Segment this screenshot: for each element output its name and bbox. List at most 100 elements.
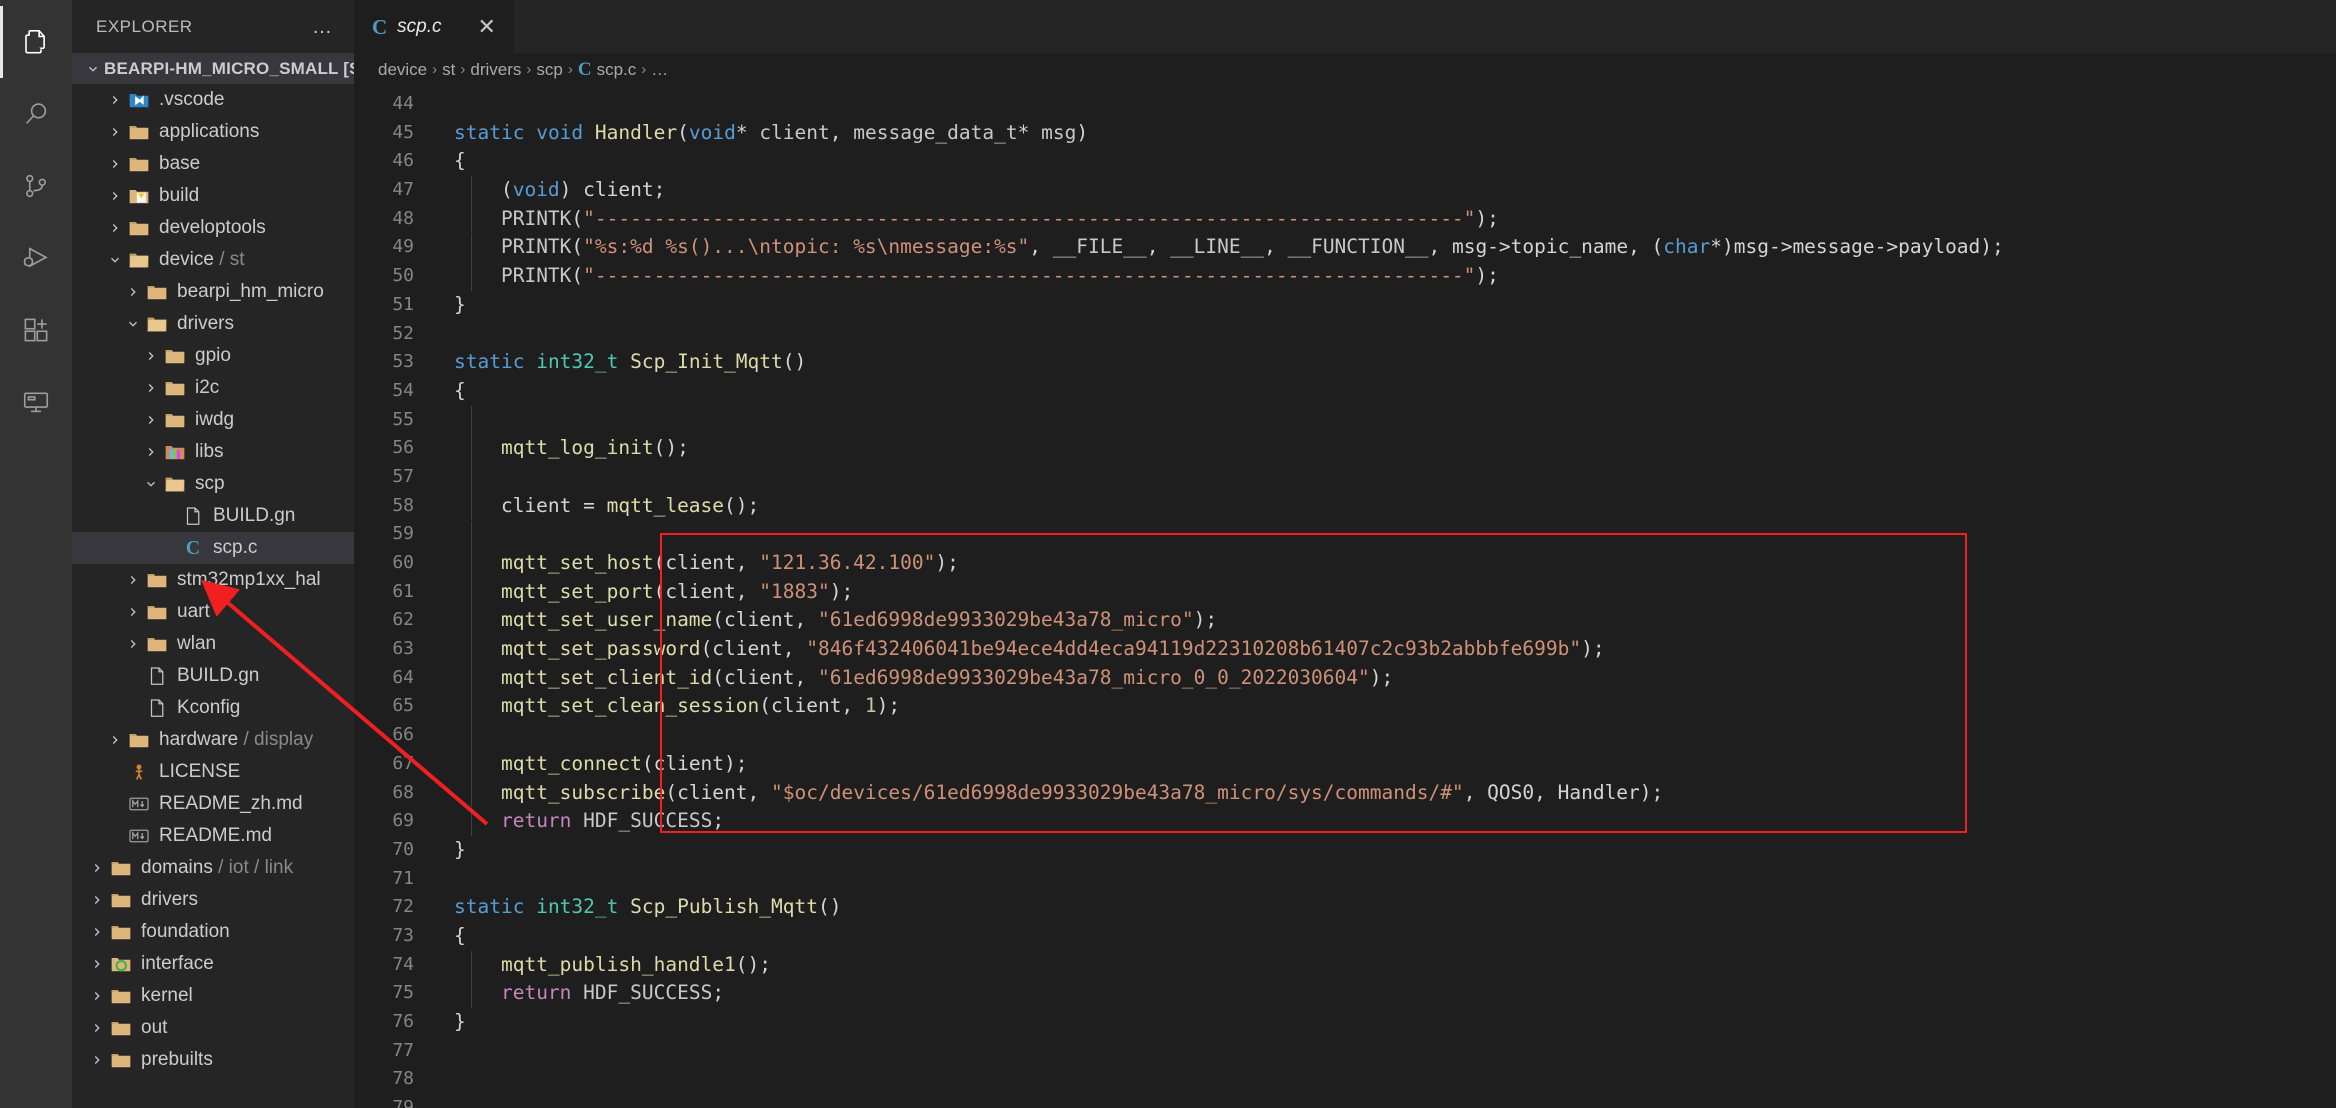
code-line[interactable] [426,520,2336,549]
tree-item-iwdg[interactable]: iwdg [72,404,354,436]
code-line[interactable]: mqtt_set_clean_session(client, 1); [426,692,2336,721]
tree-item-kernel[interactable]: kernel [72,980,354,1012]
tree-item-domains[interactable]: domains / iot / link [72,852,354,884]
code-line[interactable] [426,865,2336,894]
breadcrumb-item[interactable]: scp.c [597,60,637,80]
code-line[interactable]: return HDF_SUCCESS; [426,807,2336,836]
tree-item--vscode[interactable]: .vscode [72,84,354,116]
code-line[interactable]: static int32_t Scp_Publish_Mqtt() [426,893,2336,922]
code-line[interactable]: return HDF_SUCCESS; [426,979,2336,1008]
chevron-right-icon[interactable] [104,125,126,139]
code-line[interactable]: mqtt_connect(client); [426,750,2336,779]
tree-item-stm32mp1xx-hal[interactable]: stm32mp1xx_hal [72,564,354,596]
tree-item-readme-md[interactable]: README.md [72,820,354,852]
code-line[interactable]: mqtt_set_client_id(client, "61ed6998de99… [426,664,2336,693]
breadcrumb-item[interactable]: scp [536,60,562,80]
tree-item-prebuilts[interactable]: prebuilts [72,1044,354,1076]
more-actions-icon[interactable]: … [312,17,334,37]
tree-item-drivers[interactable]: drivers [72,308,354,340]
tree-item-scp-c[interactable]: Cscp.c [72,532,354,564]
chevron-right-icon[interactable] [122,573,144,587]
chevron-right-icon[interactable] [104,93,126,107]
code-line[interactable] [426,320,2336,349]
code-line[interactable]: mqtt_set_password(client, "846f432406041… [426,635,2336,664]
tree-item-hardware[interactable]: hardware / display [72,724,354,756]
code-line[interactable]: } [426,291,2336,320]
chevron-right-icon[interactable] [140,445,162,459]
code-line[interactable]: { [426,377,2336,406]
code-line[interactable]: } [426,836,2336,865]
code-line[interactable]: mqtt_log_init(); [426,434,2336,463]
code-line[interactable] [426,721,2336,750]
activity-item-extensions[interactable] [0,294,72,366]
breadcrumb-item[interactable]: device [378,60,427,80]
tree-item-build-gn[interactable]: BUILD.gn [72,660,354,692]
chevron-right-icon[interactable] [86,1021,108,1035]
chevron-right-icon[interactable] [140,413,162,427]
tree-item-license[interactable]: LICENSE [72,756,354,788]
chevron-down-icon[interactable] [140,477,162,491]
activity-item-source-control[interactable] [0,150,72,222]
activity-item-explorer[interactable] [0,6,72,78]
code-content[interactable]: static void Handler(void* client, messag… [426,86,2336,1108]
activity-item-search[interactable] [0,78,72,150]
code-line[interactable] [426,1037,2336,1066]
activity-item-run-and-debug[interactable] [0,222,72,294]
code-line[interactable]: (void) client; [426,176,2336,205]
code-line[interactable]: mqtt_publish_handle1(); [426,951,2336,980]
tree-item-uart[interactable]: uart [72,596,354,628]
code-line[interactable] [426,90,2336,119]
code-line[interactable]: mqtt_subscribe(client, "$oc/devices/61ed… [426,779,2336,808]
tree-item-foundation[interactable]: foundation [72,916,354,948]
tree-item-gpio[interactable]: gpio [72,340,354,372]
code-line[interactable]: mqtt_set_host(client, "121.36.42.100"); [426,549,2336,578]
code-line[interactable]: mqtt_set_user_name(client, "61ed6998de99… [426,606,2336,635]
breadcrumb-item[interactable]: … [651,60,668,80]
tree-item-scp[interactable]: scp [72,468,354,500]
chevron-right-icon[interactable] [122,605,144,619]
breadcrumb-item[interactable]: st [442,60,455,80]
tree-item-build[interactable]: build [72,180,354,212]
chevron-right-icon[interactable] [122,285,144,299]
chevron-right-icon[interactable] [86,989,108,1003]
tree-item-i2c[interactable]: i2c [72,372,354,404]
chevron-right-icon[interactable] [140,381,162,395]
code-line[interactable]: static int32_t Scp_Init_Mqtt() [426,348,2336,377]
code-line[interactable]: { [426,147,2336,176]
code-line[interactable]: } [426,1008,2336,1037]
workspace-root-row[interactable]: BEARPI-HM_MICRO_SMALL [SSH: OPENHARMONY] [72,53,354,84]
tree-item-wlan[interactable]: wlan [72,628,354,660]
breadcrumb[interactable]: device › st › drivers › scp › C scp.c › … [354,53,2336,86]
code-line[interactable] [426,1065,2336,1094]
tree-item-kconfig[interactable]: Kconfig [72,692,354,724]
chevron-right-icon[interactable] [86,925,108,939]
chevron-right-icon[interactable] [104,733,126,747]
code-line[interactable] [426,1094,2336,1108]
code-editor[interactable]: 44 45 46 47 48 49 50 51 52 53 54 55 56 57 58 59 60 61 62 63… [354,86,2336,1108]
tree-item-drivers[interactable]: drivers [72,884,354,916]
tree-item-readme-zh-md[interactable]: README_zh.md [72,788,354,820]
code-line[interactable]: static void Handler(void* client, messag… [426,119,2336,148]
chevron-right-icon[interactable] [86,861,108,875]
chevron-right-icon[interactable] [104,221,126,235]
chevron-down-icon[interactable] [122,317,144,331]
tree-item-out[interactable]: out [72,1012,354,1044]
chevron-right-icon[interactable] [104,157,126,171]
tree-item-bearpi-hm-micro[interactable]: bearpi_hm_micro [72,276,354,308]
code-line[interactable]: mqtt_set_port(client, "1883"); [426,578,2336,607]
tree-item-developtools[interactable]: developtools [72,212,354,244]
chevron-right-icon[interactable] [86,957,108,971]
chevron-right-icon[interactable] [86,1053,108,1067]
chevron-right-icon[interactable] [104,189,126,203]
tree-item-build-gn[interactable]: BUILD.gn [72,500,354,532]
code-line[interactable] [426,463,2336,492]
code-line[interactable]: client = mqtt_lease(); [426,492,2336,521]
close-icon[interactable]: ✕ [474,16,500,38]
code-line[interactable]: { [426,922,2336,951]
code-line[interactable] [426,406,2336,435]
tree-item-libs[interactable]: libs [72,436,354,468]
breadcrumb-item[interactable]: drivers [470,60,521,80]
tree-item-applications[interactable]: applications [72,116,354,148]
chevron-right-icon[interactable] [86,893,108,907]
tab-scp-c[interactable]: C scp.c ✕ [354,0,514,53]
